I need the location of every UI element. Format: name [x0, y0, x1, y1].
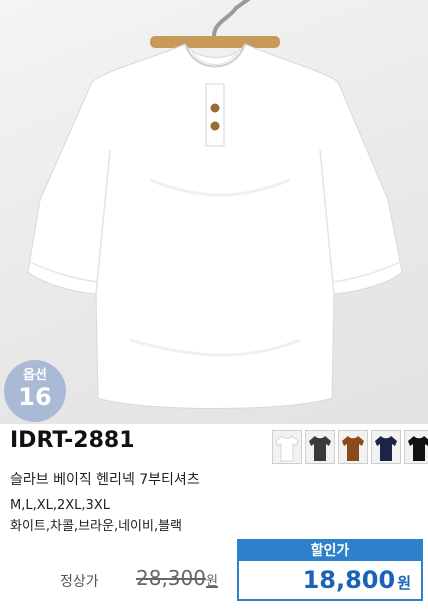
product-code[interactable]: IDRT-2881 [10, 428, 135, 453]
swatch-charcoal[interactable] [305, 430, 335, 464]
sale-price-unit: 원 [397, 574, 411, 592]
white-henley-shirt-image [27, 0, 403, 409]
regular-price: 28,300원 [136, 566, 218, 590]
option-badge-count: 16 [18, 383, 52, 411]
color-swatch-list [272, 430, 428, 464]
tshirt-icon [408, 436, 428, 461]
option-count-badge: 옵션 16 [4, 360, 66, 422]
product-photo[interactable]: 옵션 16 [0, 0, 428, 424]
regular-price-unit: 원 [205, 574, 218, 589]
product-name[interactable]: 슬라브 베이직 헨리넥 7부티셔츠 [10, 469, 200, 489]
product-colors: 화이트,차콜,브라운,네이비,블랙 [10, 519, 183, 534]
regular-price-label: 정상가 [60, 574, 99, 590]
swatch-white[interactable] [272, 430, 302, 464]
tshirt-icon [342, 436, 364, 461]
tshirt-icon [375, 436, 397, 461]
tshirt-icon [309, 436, 331, 461]
sale-price-box: 할인가 18,800 원 [237, 539, 423, 601]
option-badge-label: 옵션 [23, 368, 47, 383]
sale-price: 18,800 원 [239, 561, 421, 602]
sale-price-label: 할인가 [239, 541, 421, 561]
swatch-brown[interactable] [338, 430, 368, 464]
regular-price-value: 28,300 [136, 566, 206, 590]
swatch-navy[interactable] [371, 430, 401, 464]
product-sizes: M,L,XL,2XL,3XL [10, 498, 110, 513]
swatch-black[interactable] [404, 430, 428, 464]
tshirt-icon [275, 435, 299, 462]
sale-price-value: 18,800 [302, 566, 396, 594]
